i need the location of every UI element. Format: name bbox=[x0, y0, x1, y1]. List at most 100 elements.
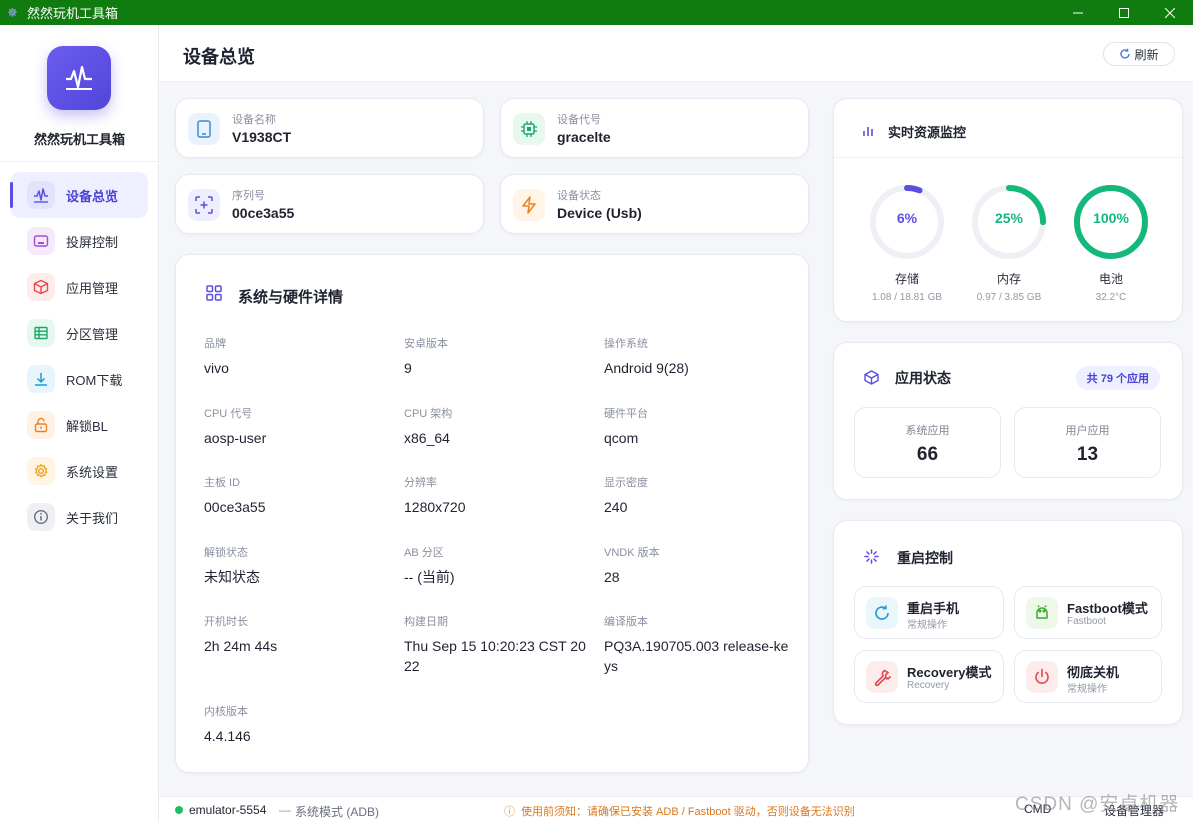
gauge-detail: 0.97 / 3.85 GB bbox=[976, 292, 1042, 303]
device-name-value: V1938CT bbox=[232, 129, 292, 145]
total-apps-badge: 共 79 个应用 bbox=[1075, 366, 1160, 390]
detail-value: x86_64 bbox=[404, 430, 450, 446]
device-name-card: 设备名称 V1938CT bbox=[175, 98, 484, 158]
device-codename-value: gracelte bbox=[557, 129, 611, 145]
sidebar-item-4[interactable]: ROM下载 bbox=[10, 356, 148, 402]
detail-value: -- (当前) bbox=[404, 569, 455, 585]
sidebar-item-5[interactable]: 解锁BL bbox=[10, 402, 148, 448]
device-codename-label: 设备代号 bbox=[557, 114, 601, 126]
chip-icon bbox=[513, 113, 545, 145]
refresh-icon bbox=[1120, 48, 1131, 59]
sidebar-nav: 设备总览投屏控制应用管理分区管理 ROM下载解锁BL 系统设置关于我们 bbox=[10, 172, 148, 540]
power-off-button[interactable]: 彻底关机 常规操作 bbox=[1014, 650, 1162, 703]
gauge-name: 电池 bbox=[1098, 272, 1123, 286]
minimize-icon bbox=[1073, 12, 1083, 13]
serial-number-label: 序列号 bbox=[232, 190, 265, 202]
gauge-detail: 1.08 / 18.81 GB bbox=[871, 292, 943, 303]
detail-field: 编译版本 PQ3A.190705.003 release-keys bbox=[604, 613, 789, 676]
maximize-icon bbox=[1119, 7, 1129, 18]
device-codename-card: 设备代号 gracelte bbox=[500, 98, 809, 158]
page-title: 设备总览 bbox=[183, 47, 255, 67]
detail-value: 00ce3a55 bbox=[204, 499, 266, 515]
app-icon: ✵ bbox=[7, 4, 18, 20]
warning-icon: ⓘ bbox=[504, 806, 515, 818]
detail-value: 2h 24m 44s bbox=[204, 638, 278, 654]
recovery-mode-button[interactable]: Recovery模式 Recovery bbox=[854, 650, 1004, 703]
detail-label: CPU 代号 bbox=[204, 408, 253, 420]
gauge-1: 25% 内存 0.97 / 3.85 GB bbox=[969, 182, 1049, 303]
maximize-button[interactable] bbox=[1101, 0, 1147, 25]
user-apps-stat[interactable]: 用户应用 13 bbox=[1014, 407, 1161, 478]
sidebar-item-label: 应用管理 bbox=[66, 280, 119, 296]
reboot-phone-button[interactable]: 重启手机 常规操作 bbox=[854, 586, 1004, 639]
refresh-button[interactable]: 刷新 bbox=[1103, 42, 1175, 66]
user-apps-count: 13 bbox=[1076, 444, 1099, 465]
detail-label: AB 分区 bbox=[404, 547, 444, 559]
sidebar-item-3[interactable]: 分区管理 bbox=[10, 310, 148, 356]
divider bbox=[834, 157, 1182, 158]
loader-icon bbox=[864, 549, 879, 564]
detail-field: 分辨率 1280x720 bbox=[404, 474, 589, 517]
pulse-chart-icon bbox=[66, 65, 92, 90]
bolt-icon bbox=[513, 189, 545, 221]
device-status-card: 设备状态 Device (Usb) bbox=[500, 174, 809, 234]
sidebar-item-7[interactable]: 关于我们 bbox=[10, 494, 148, 540]
gauge-0: 6% 存储 1.08 / 18.81 GB bbox=[867, 182, 947, 303]
system-apps-stat[interactable]: 系统应用 66 bbox=[854, 407, 1001, 478]
scan-icon bbox=[188, 189, 220, 221]
system-hardware-details-card: 系统与硬件详情 品牌 vivo 安卓版本 9 操作系统 Android 9(28) CPU … bbox=[175, 254, 809, 773]
sidebar-item-label: 关于我们 bbox=[66, 510, 119, 526]
chart-icon bbox=[27, 181, 55, 209]
reboot-title: 重启控制 bbox=[897, 550, 953, 566]
gauge-value: 25% bbox=[994, 210, 1024, 226]
sidebar-item-label: 解锁BL bbox=[66, 418, 108, 434]
sidebar-item-label: 分区管理 bbox=[66, 326, 119, 342]
serial-number-value: 00ce3a55 bbox=[232, 205, 295, 221]
detail-label: VNDK 版本 bbox=[604, 547, 660, 559]
package-icon bbox=[27, 273, 55, 301]
detail-label: 分辨率 bbox=[404, 477, 437, 489]
close-button[interactable] bbox=[1147, 0, 1193, 25]
user-apps-label: 用户应用 bbox=[1065, 425, 1110, 437]
detail-field: 显示密度 240 bbox=[604, 474, 789, 517]
detail-label: 主板 ID bbox=[204, 477, 241, 489]
info-icon bbox=[27, 503, 55, 531]
device-name-label: 设备名称 bbox=[232, 114, 276, 126]
sidebar-item-0[interactable]: 设备总览 bbox=[10, 172, 148, 218]
device-mode: 系统模式 (ADB) bbox=[295, 805, 380, 819]
minimize-button[interactable] bbox=[1055, 0, 1101, 25]
page-header: 设备总览 刷新 bbox=[159, 25, 1193, 82]
detail-value: qcom bbox=[604, 430, 639, 446]
detail-field: 安卓版本 9 bbox=[404, 335, 589, 378]
sidebar-item-6[interactable]: 系统设置 bbox=[10, 448, 148, 494]
refresh-label: 刷新 bbox=[1134, 47, 1159, 62]
detail-value: 240 bbox=[604, 499, 628, 515]
sidebar-item-2[interactable]: 应用管理 bbox=[10, 264, 148, 310]
reboot-control-card: 重启控制 重启手机 常规操作 Fastboot模式 Fastboot Recov… bbox=[833, 520, 1183, 725]
detail-label: 编译版本 bbox=[604, 616, 648, 628]
detail-field: 主板 ID 00ce3a55 bbox=[204, 474, 389, 517]
sidebar-item-1[interactable]: 投屏控制 bbox=[10, 218, 148, 264]
title-bar: ✵ 然然玩机工具箱 bbox=[0, 0, 1193, 25]
usage-notice: 使用前须知：请确保已安装 ADB / Fastboot 驱动，否则设备无法识别 bbox=[521, 806, 855, 818]
gauge-2: 100% 电池 32.2°C bbox=[1071, 182, 1151, 303]
app-status-title: 应用状态 bbox=[895, 370, 951, 386]
watermark: CSDN @安卓机器 bbox=[1015, 794, 1180, 815]
power-off-title: 彻底关机 bbox=[1067, 665, 1120, 680]
system-apps-label: 系统应用 bbox=[905, 425, 950, 437]
detail-field: CPU 代号 aosp-user bbox=[204, 405, 389, 448]
connected-device: emulator-5554 bbox=[189, 803, 267, 817]
detail-value: aosp-user bbox=[204, 430, 267, 446]
connection-status-dot bbox=[175, 806, 183, 814]
download-icon bbox=[27, 365, 55, 393]
sidebar-item-label: 系统设置 bbox=[66, 464, 119, 480]
detail-field: 解锁状态 未知状态 bbox=[204, 544, 389, 587]
serial-number-card: 序列号 00ce3a55 bbox=[175, 174, 484, 234]
window-controls bbox=[1055, 0, 1193, 25]
restart-icon bbox=[866, 597, 898, 629]
android-icon bbox=[1026, 597, 1058, 629]
fastboot-mode-button[interactable]: Fastboot模式 Fastboot bbox=[1014, 586, 1162, 639]
fastboot-mode-subtitle: Fastboot bbox=[1067, 616, 1106, 627]
recovery-mode-subtitle: Recovery bbox=[907, 680, 950, 691]
sidebar-item-label: 投屏控制 bbox=[66, 234, 119, 250]
